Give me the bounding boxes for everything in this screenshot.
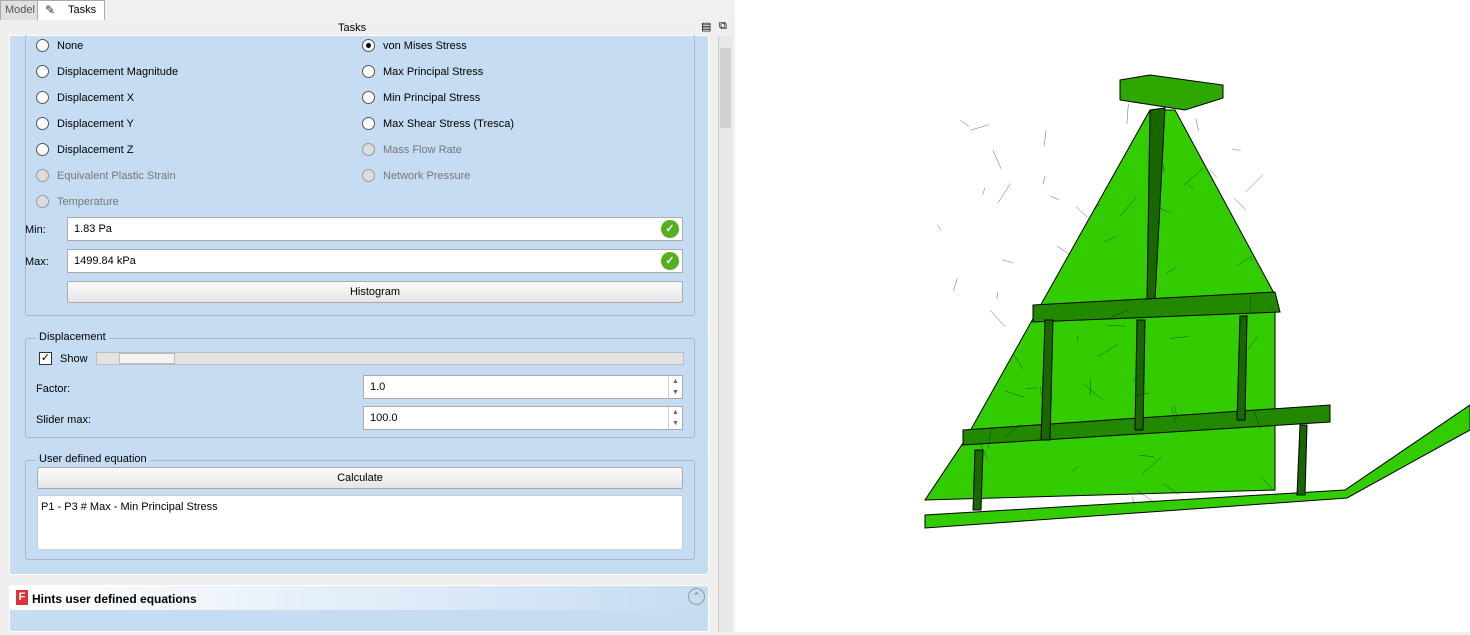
slider-max-input[interactable]: 100.0 ▲▼ [363, 406, 683, 430]
results-panel: NoneDisplacement MagnitudeDisplacement X… [9, 35, 709, 575]
displacement-title: Displacement [36, 331, 109, 343]
mesh-edge [1196, 119, 1199, 132]
mesh-edge [997, 292, 998, 299]
spin-arrows-icon[interactable]: ▲▼ [668, 407, 682, 429]
factor-label: Factor: [36, 383, 70, 395]
mesh-edge [1232, 150, 1240, 151]
mesh-edge [993, 150, 1001, 169]
undock-icon[interactable]: ⧉ [719, 20, 727, 33]
displacement-slider[interactable] [96, 352, 684, 365]
tab-tasks-label: Tasks [68, 4, 96, 16]
mesh-edge [1234, 198, 1246, 209]
mesh-edge [1043, 176, 1045, 184]
pencil-icon: ✎ [45, 3, 55, 17]
equation-textarea[interactable]: P1 - P3 # Max - Min Principal Stress [37, 495, 683, 550]
mesh-edge [1127, 104, 1128, 124]
displacement-group: Displacement ✓ Show Factor: 1.0▲▼ Slider… [25, 338, 695, 438]
mesh-top-cap [1120, 75, 1223, 110]
hints-panel: F Hints user defined equations ⌃ [9, 585, 709, 632]
mesh-edge [998, 183, 1011, 203]
show-checkbox[interactable]: ✓ [39, 352, 52, 365]
slider-max-label: Slider max: [36, 414, 91, 426]
tab-model[interactable]: Model [0, 0, 40, 20]
mesh-edge [937, 225, 941, 230]
equation-group: User defined equation Calculate P1 - P3 … [25, 460, 695, 560]
slider-max-value: 100.0 [370, 412, 398, 424]
3d-viewport[interactable] [735, 0, 1470, 632]
mesh-edge [1002, 260, 1013, 263]
float-icon[interactable]: ▤ [701, 20, 711, 33]
equation-title: User defined equation [36, 453, 150, 465]
factor-input[interactable]: 1.0 ▲▼ [363, 375, 683, 399]
fem-mesh [735, 0, 1470, 632]
collapse-icon[interactable]: ⌃ [688, 588, 705, 605]
mesh-edge [1057, 246, 1069, 254]
factor-value: 1.0 [370, 381, 385, 393]
panel-title: Tasks [338, 22, 366, 34]
spin-arrows-icon[interactable]: ▲▼ [668, 376, 682, 398]
mesh-edge [953, 278, 957, 291]
calculate-button[interactable]: Calculate [37, 467, 683, 489]
mesh-edge [1246, 174, 1264, 192]
tab-tasks[interactable]: ✎ Tasks [37, 0, 105, 20]
mesh-edge [1076, 207, 1088, 217]
mesh-edge [960, 120, 969, 126]
mesh-edge [990, 310, 1005, 326]
mesh-edge [1050, 196, 1058, 200]
hints-title: Hints user defined equations [32, 592, 197, 606]
scrollbar[interactable] [718, 36, 732, 632]
show-label: Show [60, 353, 88, 365]
mesh-edge [1044, 130, 1046, 146]
mesh-edge [970, 125, 989, 131]
freecad-logo-icon: F [16, 590, 28, 605]
mesh-edge [983, 188, 985, 195]
